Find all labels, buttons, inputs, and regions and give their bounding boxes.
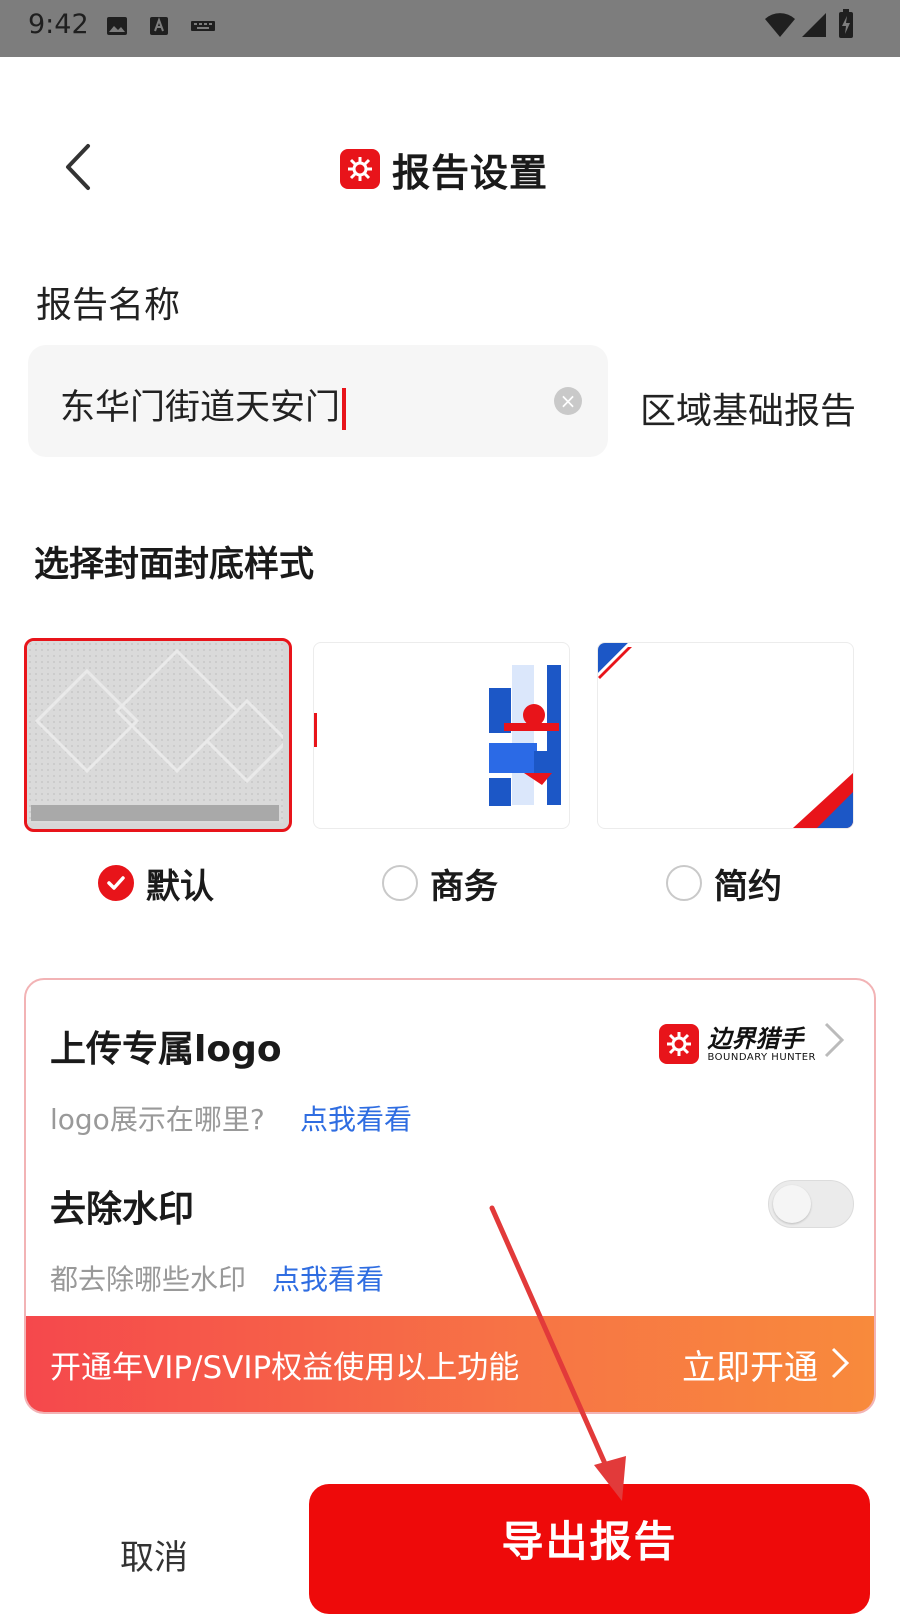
cover-label-default: 默认 (146, 866, 214, 907)
chevron-right-icon (831, 1347, 850, 1379)
watermark-see-link[interactable]: 点我看看 (272, 1258, 384, 1298)
logo-location-hint: logo展示在哪里? (50, 1103, 265, 1136)
page-header: 报告设置 (340, 142, 548, 196)
upload-logo-title[interactable]: 上传专属logo (50, 1020, 282, 1072)
text-notification-icon (150, 17, 168, 35)
brand-name-en: BOUNDARY HUNTER (707, 1051, 816, 1063)
cover-radio-simple[interactable]: 简约 (666, 857, 782, 909)
report-name-label: 报告名称 (36, 285, 181, 326)
chevron-right-icon[interactable] (822, 1020, 846, 1060)
cellular-signal-icon (802, 13, 826, 37)
radio-unchecked-icon (382, 865, 418, 901)
cover-label-simple: 简约 (714, 866, 782, 907)
app-logo-icon (340, 149, 380, 189)
default-cover-preview (27, 641, 289, 823)
wifi-icon (765, 13, 795, 38)
brand-name-cn: 边界猎手 (707, 1024, 804, 1053)
cover-radio-business[interactable]: 商务 (382, 857, 498, 909)
watermark-hint: 都去除哪些水印 (50, 1263, 247, 1296)
business-cover-preview (314, 665, 561, 806)
vip-open-now-button[interactable]: 立即开通 (682, 1340, 818, 1389)
brand-logo-icon (659, 1024, 700, 1064)
page-title: 报告设置 (392, 150, 549, 195)
cover-option-simple[interactable] (597, 642, 854, 829)
back-arrow-icon[interactable] (60, 142, 100, 192)
clear-input-icon[interactable]: × (554, 387, 582, 415)
keyboard-notification-icon (191, 21, 215, 31)
logo-see-link[interactable]: 点我看看 (300, 1098, 412, 1138)
status-bar: 9:42 (0, 0, 900, 57)
cover-option-business[interactable] (313, 642, 570, 829)
radio-unchecked-icon (666, 865, 702, 901)
cover-style-title: 选择封面封底样式 (34, 545, 315, 585)
vip-features-card: 上传专属logo 边界猎手 BOUNDARY HUNTER logo展示在哪里?… (24, 978, 876, 1414)
image-notification-icon (107, 17, 127, 35)
cover-radio-default[interactable]: 默认 (98, 857, 214, 909)
vip-upgrade-text: 开通年VIP/SVIP权益使用以上功能 (50, 1350, 520, 1386)
vip-upgrade-banner[interactable]: 开通年VIP/SVIP权益使用以上功能 立即开通 (26, 1316, 874, 1412)
cover-label-business: 商务 (430, 866, 498, 907)
toggle-knob (773, 1185, 811, 1223)
battery-charging-icon (839, 9, 853, 38)
remove-watermark-toggle[interactable] (768, 1180, 854, 1228)
text-caret (342, 388, 347, 430)
report-name-value: 东华门街道天安门 (60, 388, 341, 428)
report-type-suffix: 区域基础报告 (640, 391, 857, 432)
radio-checked-icon (98, 865, 134, 901)
export-report-button[interactable]: 导出报告 (309, 1484, 870, 1614)
remove-watermark-title: 去除水印 (50, 1189, 195, 1230)
status-time: 9:42 (28, 9, 89, 40)
report-name-input[interactable]: 东华门街道天安门 × (28, 345, 608, 457)
cover-option-default[interactable] (24, 638, 292, 832)
simple-cover-preview (598, 643, 853, 828)
brand-logo[interactable]: 边界猎手 BOUNDARY HUNTER (659, 1024, 816, 1064)
cancel-button[interactable]: 取消 (120, 1530, 188, 1579)
